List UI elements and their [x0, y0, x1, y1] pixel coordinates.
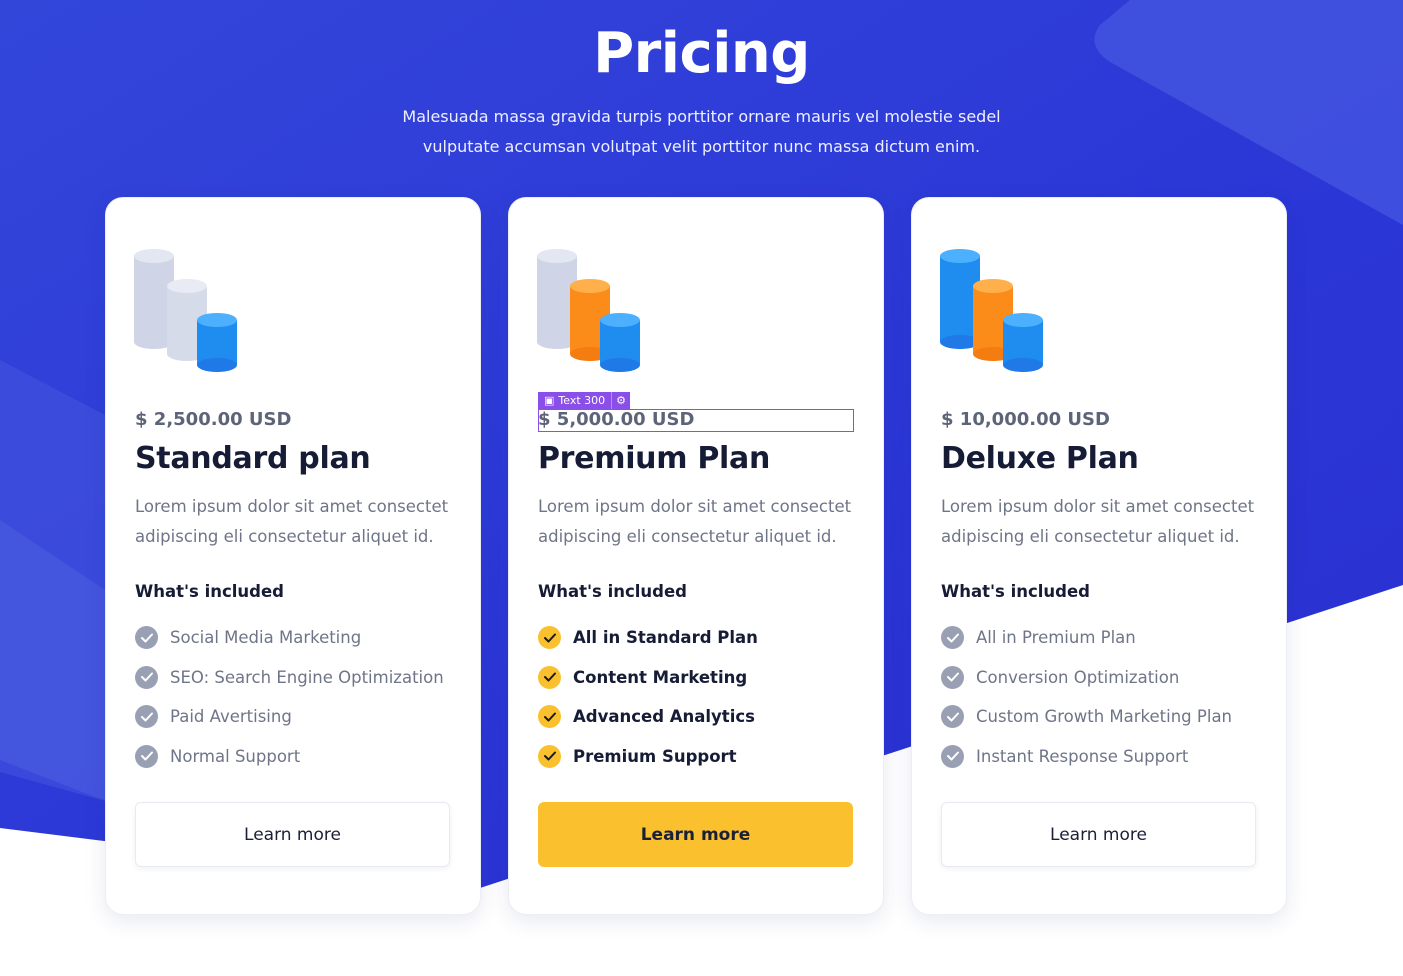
- feature-item: All in Standard Plan: [538, 618, 758, 658]
- learn-more-button-standard[interactable]: Learn more: [135, 802, 450, 867]
- check-icon: [941, 705, 964, 728]
- check-icon: [941, 665, 964, 689]
- hero-subtitle-line-2: vulputate accumsan volutpat velit portti…: [422, 137, 981, 156]
- feature-label: SEO: Search Engine Optimization: [170, 667, 444, 687]
- plan-price: $ 10,000.00 USD: [941, 409, 1110, 430]
- cylinders-tier-2-icon: [537, 249, 640, 372]
- feature-label: Custom Growth Marketing Plan: [976, 707, 1233, 726]
- hero-subtitle: Malesuada massa gravida turpis porttitor…: [382, 102, 1022, 162]
- plan-name: Deluxe Plan: [941, 441, 1139, 476]
- hero: Pricing Malesuada massa gravida turpis p…: [0, 22, 1403, 162]
- feature-label: Social Media Marketing: [170, 628, 362, 647]
- feature-label: Paid Avertising: [170, 707, 292, 726]
- feature-label: All in Standard Plan: [573, 628, 758, 647]
- whats-included-heading: What's included: [538, 582, 687, 601]
- plan-description: Lorem ipsum dolor sit amet consectet adi…: [538, 497, 852, 546]
- learn-more-button-premium[interactable]: Learn more: [538, 802, 853, 867]
- feature-item: Normal Support: [135, 736, 444, 776]
- check-icon: [135, 705, 158, 728]
- feature-item: Paid Avertising: [135, 697, 444, 737]
- plan-description: Lorem ipsum dolor sit amet consectet adi…: [135, 497, 449, 546]
- plan-name: Premium Plan: [538, 441, 771, 476]
- feature-label: Conversion Optimization: [976, 667, 1180, 687]
- plan-description: Lorem ipsum dolor sit amet consectet adi…: [941, 497, 1255, 546]
- plan-name: Standard plan: [135, 441, 371, 476]
- learn-more-button-deluxe[interactable]: Learn more: [941, 802, 1256, 867]
- check-icon: [538, 665, 561, 689]
- pricing-section: Pricing Malesuada massa gravida turpis p…: [0, 0, 1403, 976]
- check-icon: [538, 705, 561, 728]
- pricing-card-standard: $ 2,500.00 USD Standard plan Lorem ipsum…: [105, 197, 481, 915]
- check-icon: [538, 626, 561, 649]
- feature-label: Content Marketing: [573, 667, 748, 687]
- feature-label: Normal Support: [170, 746, 301, 766]
- feature-label: Instant Response Support: [976, 746, 1189, 766]
- check-icon: [135, 665, 158, 689]
- feature-label: All in Premium Plan: [976, 628, 1136, 647]
- cylinders-tier-1-icon: [134, 249, 237, 372]
- whats-included-heading: What's included: [941, 582, 1090, 601]
- page-title: Pricing: [593, 21, 810, 86]
- cylinders-tier-3-icon: [940, 249, 1043, 372]
- pricing-card-deluxe: $ 10,000.00 USD Deluxe Plan Lorem ipsum …: [911, 197, 1287, 915]
- feature-list: All in Premium Plan Conversion Optimizat…: [941, 618, 1232, 776]
- editor-element-tag[interactable]: ▣ Text 300 ⚙: [538, 392, 631, 409]
- feature-item: Instant Response Support: [941, 736, 1232, 776]
- whats-included-heading: What's included: [135, 582, 284, 601]
- feature-item: Conversion Optimization: [941, 657, 1232, 697]
- plan-price: $ 2,500.00 USD: [135, 409, 292, 430]
- check-icon: [538, 744, 561, 768]
- feature-item: All in Premium Plan: [941, 618, 1232, 658]
- feature-item: SEO: Search Engine Optimization: [135, 657, 444, 697]
- check-icon: [941, 744, 964, 768]
- feature-item: Advanced Analytics: [538, 697, 758, 737]
- check-icon: [941, 626, 964, 649]
- text-block-icon: ▣: [544, 394, 555, 407]
- feature-item: Content Marketing: [538, 657, 758, 697]
- feature-item: Custom Growth Marketing Plan: [941, 697, 1232, 737]
- feature-list: Social Media Marketing SEO: Search Engin…: [135, 618, 444, 776]
- feature-label: Advanced Analytics: [573, 707, 755, 726]
- feature-list: All in Standard Plan Content Marketing A…: [538, 618, 758, 776]
- pricing-card-premium: ▣ Text 300 ⚙ $ 5,000.00 USD Premium Plan …: [508, 197, 884, 915]
- plan-price[interactable]: $ 5,000.00 USD: [538, 409, 694, 431]
- hero-subtitle-line-1: Malesuada massa gravida turpis porttitor…: [402, 107, 1001, 126]
- feature-item: Social Media Marketing: [135, 618, 444, 658]
- feature-item: Premium Support: [538, 736, 758, 776]
- feature-label: Premium Support: [573, 746, 737, 766]
- check-icon: [135, 744, 158, 768]
- check-icon: [135, 626, 158, 649]
- editor-tag-label: Text 300: [558, 394, 606, 407]
- gear-icon[interactable]: ⚙: [611, 392, 631, 409]
